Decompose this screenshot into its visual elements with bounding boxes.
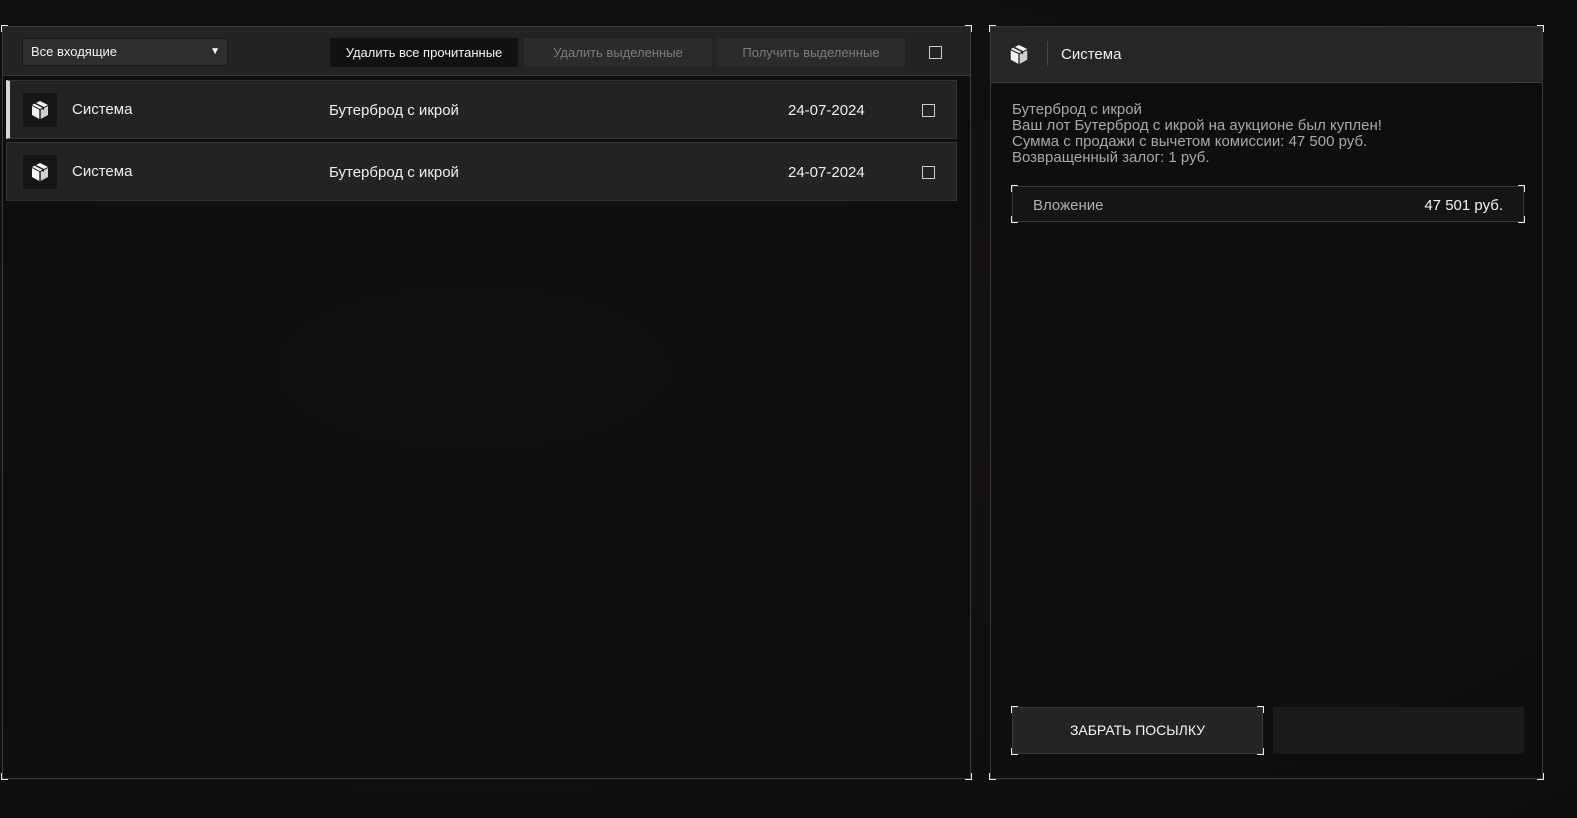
delete-selected-button[interactable]: Удалить выделенные (524, 38, 712, 67)
corner-bracket (1257, 706, 1264, 713)
message-subject: Бутерброд с икрой (329, 102, 459, 119)
attachment-label: Вложение (1033, 197, 1104, 214)
header-divider (1047, 41, 1048, 67)
corner-bracket (1011, 216, 1018, 223)
delete-read-button[interactable]: Удалить все прочитанные (330, 38, 518, 67)
inbox-filter-value: Все входящие (31, 44, 118, 59)
select-all-checkbox[interactable] (929, 46, 942, 59)
corner-bracket (1011, 706, 1018, 713)
corner-bracket (965, 773, 972, 780)
inbox-filter-select[interactable]: Все входящие ▼ (22, 38, 228, 66)
detail-sender: Система (1061, 46, 1122, 63)
claim-package-button[interactable]: ЗАБРАТЬ ПОСЫЛКУ (1011, 706, 1264, 755)
get-selected-button[interactable]: Получить выделенные (717, 38, 905, 67)
empty-button-slot (1273, 707, 1524, 754)
corner-bracket (1518, 216, 1525, 223)
message-row[interactable]: Система Бутерброд с икрой 24-07-2024 (6, 80, 957, 139)
message-date: 24-07-2024 (788, 102, 865, 119)
corner-bracket (1257, 748, 1264, 755)
message-row[interactable]: Система Бутерброд с икрой 24-07-2024 (6, 142, 957, 201)
package-icon (23, 93, 57, 127)
corner-bracket (1537, 773, 1544, 780)
message-body: Бутерброд с икрой Ваш лот Бутерброд с ик… (1012, 102, 1512, 166)
corner-bracket (1, 773, 8, 780)
corner-bracket (1011, 185, 1018, 192)
message-date: 24-07-2024 (788, 164, 865, 181)
message-sender: Система (72, 101, 133, 118)
package-icon (1005, 40, 1033, 68)
body-line: Сумма с продажи с вычетом комиссии: 47 5… (1012, 133, 1368, 150)
body-line: Бутерброд с икрой (1012, 101, 1142, 118)
corner-bracket (1518, 185, 1525, 192)
corner-bracket (989, 773, 996, 780)
dropdown-arrow-icon: ▼ (210, 46, 220, 57)
attachment-box: Вложение 47 501 руб. (1011, 185, 1525, 223)
corner-bracket (1011, 748, 1018, 755)
inbox-toolbar: Все входящие ▼ Удалить все прочитанные У… (3, 27, 970, 76)
message-subject: Бутерброд с икрой (329, 164, 459, 181)
message-checkbox[interactable] (922, 166, 935, 179)
claim-package-label: ЗАБРАТЬ ПОСЫЛКУ (1069, 722, 1206, 738)
inbox-panel: Все входящие ▼ Удалить все прочитанные У… (1, 25, 972, 780)
body-line: Возвращенный залог: 1 руб. (1012, 149, 1210, 166)
package-icon (23, 155, 57, 189)
message-checkbox[interactable] (922, 104, 935, 117)
message-detail-header: Система (991, 27, 1542, 83)
body-line: Ваш лот Бутерброд с икрой на аукционе бы… (1012, 117, 1382, 134)
message-detail-panel: Система Бутерброд с икрой Ваш лот Бутерб… (989, 25, 1544, 780)
message-sender: Система (72, 163, 133, 180)
attachment-value: 47 501 руб. (1424, 197, 1503, 214)
